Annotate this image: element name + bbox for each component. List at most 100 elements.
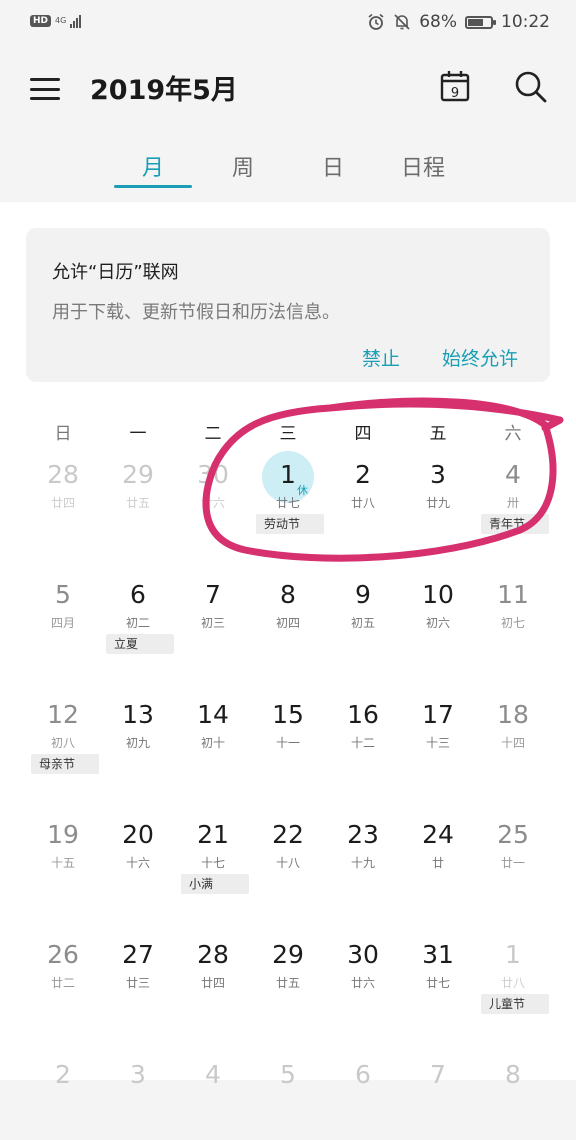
day-number: 26 [47, 940, 79, 969]
tab-month[interactable]: 月 [115, 150, 191, 182]
day-number: 22 [272, 820, 304, 849]
weekday-label: 四 [354, 424, 372, 444]
lunar-date: 廿五 [125, 496, 150, 510]
lunar-date: 十六 [125, 856, 150, 870]
day-number: 17 [422, 700, 454, 729]
day-cell[interactable]: 14 初十 [178, 700, 248, 780]
day-cell[interactable]: 15 十一 [253, 700, 323, 780]
day-cell[interactable]: 13 初九 [103, 700, 173, 780]
day-cell[interactable]: 30 廿六 [328, 940, 398, 1020]
mute-icon [394, 14, 410, 30]
day-cell[interactable]: 9 初五 [328, 580, 398, 660]
day-cell[interactable]: 29 廿五 [103, 460, 173, 540]
day-cell[interactable]: 18 十四 [478, 700, 548, 780]
day-cell[interactable]: 5 [253, 1060, 323, 1140]
day-cell[interactable]: 3 廿九 [403, 460, 473, 540]
day-cell[interactable]: 30 廿六 [178, 460, 248, 540]
day-cell[interactable]: 25 廿一 [478, 820, 548, 900]
lunar-date: 廿五 [275, 976, 300, 990]
day-number: 1 [505, 940, 521, 969]
tab-week[interactable]: 周 [205, 150, 281, 182]
lunar-date: 十二 [350, 736, 375, 750]
day-cell[interactable]: 7 初三 [178, 580, 248, 660]
lunar-date: 廿四 [50, 496, 75, 510]
lunar-date: 十八 [275, 856, 300, 870]
tab-agenda[interactable]: 日程 [385, 150, 461, 182]
day-cell[interactable]: 5 四月 [28, 580, 98, 660]
lunar-date: 十九 [350, 856, 375, 870]
day-cell[interactable]: 11 初七 [478, 580, 548, 660]
day-number: 5 [280, 1060, 296, 1089]
day-number: 24 [422, 820, 454, 849]
search-icon[interactable] [514, 70, 548, 104]
day-number: 28 [197, 940, 229, 969]
event-label[interactable]: 小满 [181, 874, 249, 894]
day-cell[interactable]: 28 廿四 [28, 460, 98, 540]
day-number: 9 [355, 580, 371, 609]
lunar-date: 初九 [125, 736, 150, 750]
day-cell[interactable]: 8 [478, 1060, 548, 1140]
tab-day[interactable]: 日 [295, 150, 371, 182]
today-icon-number: 9 [451, 86, 459, 101]
day-number: 15 [272, 700, 304, 729]
day-number: 25 [497, 820, 529, 849]
day-cell[interactable]: 16 十二 [328, 700, 398, 780]
day-number: 3 [130, 1060, 146, 1089]
day-cell[interactable]: 8 初四 [253, 580, 323, 660]
lunar-date: 初五 [350, 616, 375, 630]
day-cell[interactable]: 7 [403, 1060, 473, 1140]
day-cell[interactable]: 20 十六 [103, 820, 173, 900]
day-cell[interactable]: 2 [28, 1060, 98, 1140]
network-permission-card: 允许“日历”联网 用于下载、更新节假日和历法信息。 禁止 始终允许 [26, 228, 550, 382]
event-label[interactable]: 母亲节 [31, 754, 99, 774]
day-cell[interactable]: 2 廿八 [328, 460, 398, 540]
day-cell[interactable]: 31 廿七 [403, 940, 473, 1020]
day-number: 2 [55, 1060, 71, 1089]
day-cell[interactable]: 3 [103, 1060, 173, 1140]
lunar-date: 十一 [275, 736, 300, 750]
today-icon[interactable]: 9 [440, 70, 470, 102]
day-number: 5 [55, 580, 71, 609]
lunar-date: 初六 [425, 616, 450, 630]
menu-icon[interactable] [30, 78, 60, 100]
day-number: 12 [47, 700, 79, 729]
lunar-date: 初八 [50, 736, 75, 750]
lunar-date: 廿七 [275, 496, 300, 510]
event-label[interactable]: 青年节 [481, 514, 549, 534]
day-cell[interactable]: 27 廿三 [103, 940, 173, 1020]
day-cell[interactable]: 24 廿 [403, 820, 473, 900]
deny-button[interactable]: 禁止 [362, 344, 400, 371]
lunar-date: 廿八 [350, 496, 375, 510]
event-label[interactable]: 儿童节 [481, 994, 549, 1014]
lunar-date: 十三 [425, 736, 450, 750]
lunar-date: 廿六 [200, 496, 225, 510]
day-number: 6 [130, 580, 146, 609]
weekday-label: 二 [204, 424, 222, 444]
day-number: 19 [47, 820, 79, 849]
lunar-date: 十五 [50, 856, 75, 870]
day-cell[interactable]: 10 初六 [403, 580, 473, 660]
event-label[interactable]: 劳动节 [256, 514, 324, 534]
day-cell[interactable]: 6 [328, 1060, 398, 1140]
battery-icon [465, 15, 496, 29]
day-number: 11 [497, 580, 529, 609]
weekday-label: 五 [429, 424, 447, 444]
day-cell[interactable]: 29 廿五 [253, 940, 323, 1020]
day-cell[interactable]: 28 廿四 [178, 940, 248, 1020]
day-cell[interactable]: 22 十八 [253, 820, 323, 900]
day-cell[interactable]: 19 十五 [28, 820, 98, 900]
event-label[interactable]: 立夏 [106, 634, 174, 654]
day-cell[interactable]: 26 廿二 [28, 940, 98, 1020]
day-cell[interactable]: 17 十三 [403, 700, 473, 780]
weekday-label: 六 [504, 424, 522, 444]
view-tabs: 月 周 日 日程 [0, 140, 576, 200]
day-cell[interactable]: 23 十九 [328, 820, 398, 900]
holiday-badge: 休 [297, 484, 308, 497]
day-number: 6 [355, 1060, 371, 1089]
day-cell[interactable]: 4 [178, 1060, 248, 1140]
allow-always-button[interactable]: 始终允许 [442, 344, 518, 371]
tab-indicator [114, 185, 192, 188]
day-number: 13 [122, 700, 154, 729]
month-title[interactable]: 2019年5月 [90, 68, 238, 107]
network-type: 4G [55, 16, 67, 25]
